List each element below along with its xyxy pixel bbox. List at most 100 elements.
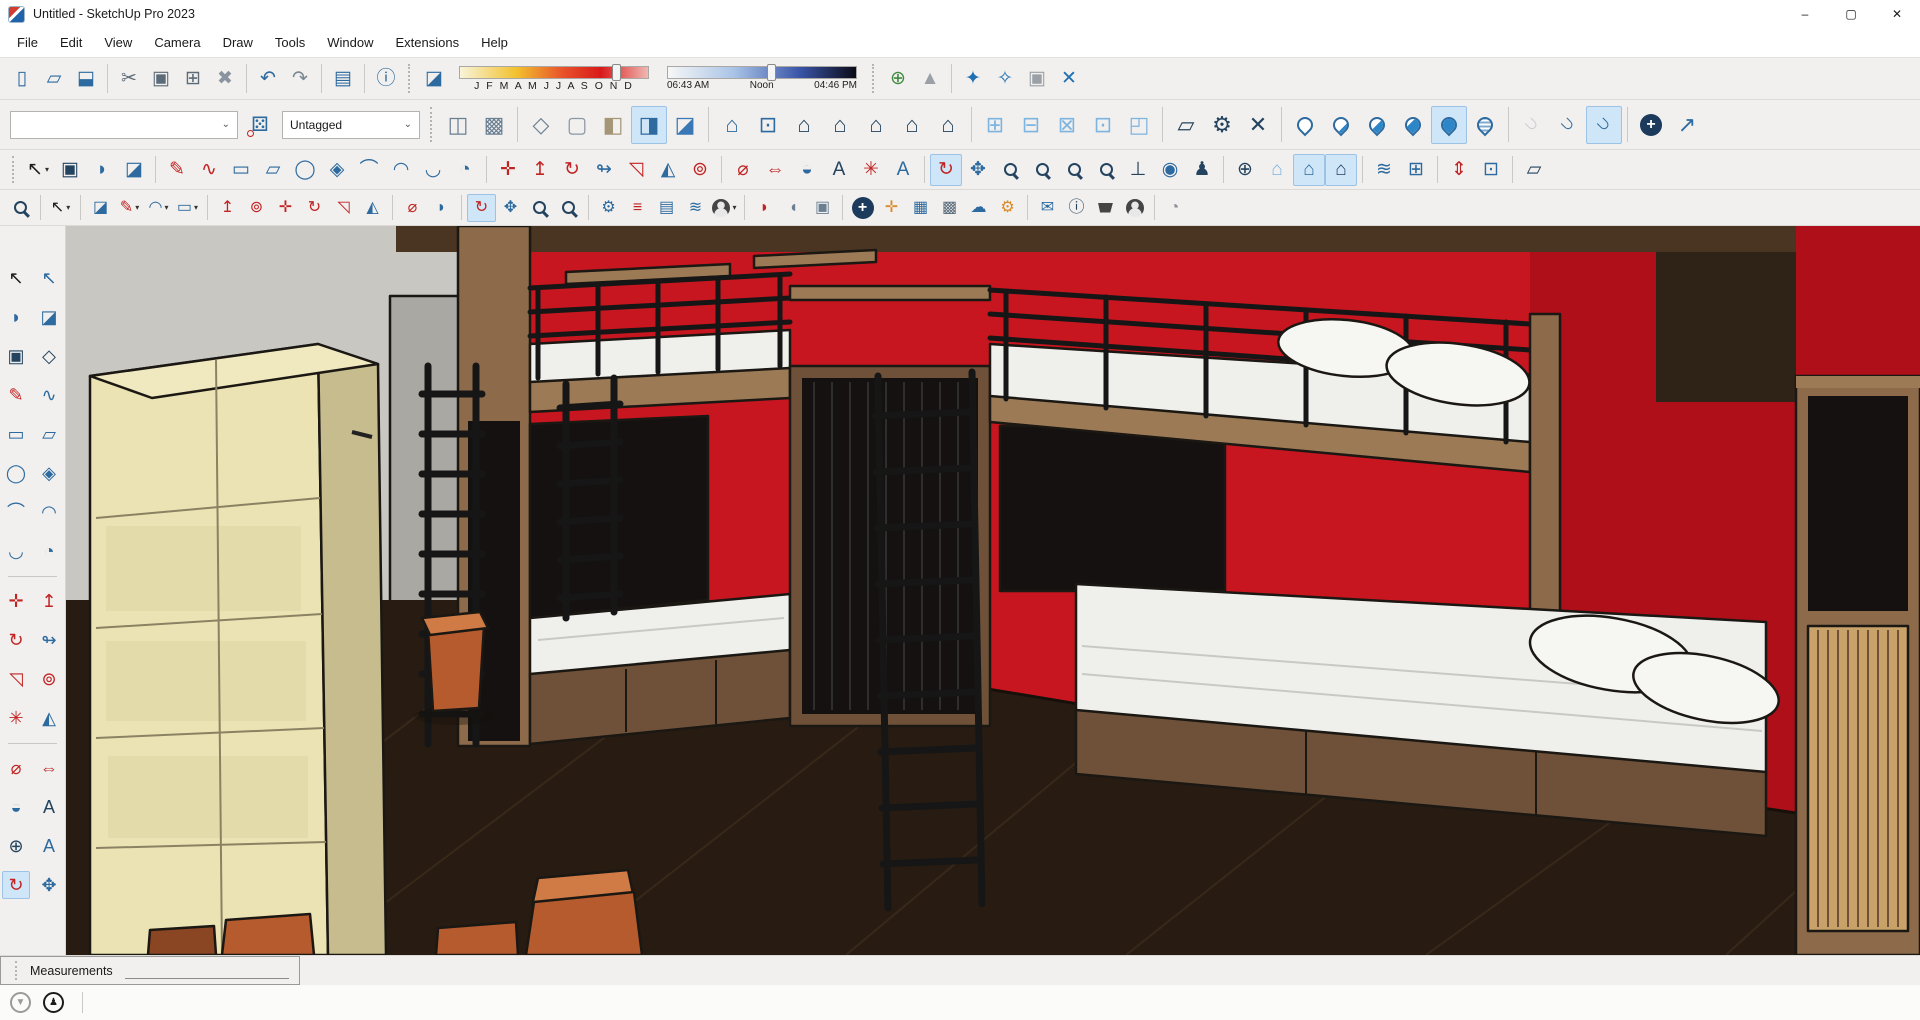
- shadow-dialog-button[interactable]: ◪: [418, 63, 450, 95]
- slider-handle[interactable]: [767, 64, 776, 81]
- menu-item-extensions[interactable]: Extensions: [385, 31, 471, 54]
- select-button[interactable]: ↖▾: [22, 154, 54, 186]
- lasso-select-l-button[interactable]: ↖: [35, 264, 63, 292]
- menu-item-view[interactable]: View: [93, 31, 143, 54]
- pan-2-button[interactable]: ✥: [496, 194, 525, 222]
- circle-l-button[interactable]: ◯: [2, 459, 30, 487]
- rotated-rectangle-l-button[interactable]: ▱: [35, 420, 63, 448]
- offset-2-button[interactable]: ⊚: [242, 194, 271, 222]
- solid-split-button[interactable]: ◰: [1121, 106, 1157, 144]
- component-gear-button[interactable]: ⚙: [594, 194, 623, 222]
- print-button[interactable]: ▤: [327, 63, 359, 95]
- generate-report-button[interactable]: ▦: [906, 194, 935, 222]
- three-d-text-l-button[interactable]: A: [35, 832, 63, 860]
- scale-button[interactable]: ◹: [620, 154, 652, 186]
- zoom-window-button[interactable]: [1026, 154, 1058, 186]
- eraser-2-button[interactable]: ◪: [86, 194, 115, 222]
- redo-button[interactable]: ↷: [284, 63, 316, 95]
- zoom-extents-2-button[interactable]: [554, 194, 583, 222]
- share-model-button[interactable]: ✧: [989, 63, 1021, 95]
- sandbox-from-scratch-button[interactable]: ⊞: [1400, 154, 1432, 186]
- rotate-2-button[interactable]: ↻: [300, 194, 329, 222]
- eraser-button[interactable]: ◪: [118, 154, 150, 186]
- toolbar-drag-handle[interactable]: [872, 64, 876, 93]
- menu-item-camera[interactable]: Camera: [143, 31, 211, 54]
- pie-l-button[interactable]: ◔: [35, 537, 63, 565]
- arc-2-button[interactable]: ◠▾: [144, 194, 173, 222]
- magnet-disabled-button[interactable]: ∩: [1514, 106, 1550, 144]
- tape-measure-2-button[interactable]: ⌀: [398, 194, 427, 222]
- scale-2-button[interactable]: ◹: [329, 194, 358, 222]
- stamp-button[interactable]: ⊡: [1475, 154, 1507, 186]
- paint-l-button[interactable]: ◗: [2, 303, 30, 331]
- menu-item-edit[interactable]: Edit: [49, 31, 93, 54]
- slider-handle[interactable]: [612, 64, 621, 81]
- add-location-button[interactable]: ⊕: [882, 63, 914, 95]
- preferences-gear-button[interactable]: ⚙: [1204, 106, 1240, 144]
- style-water-0-button[interactable]: [1287, 106, 1323, 144]
- paint-bucket-button[interactable]: ◗: [86, 154, 118, 186]
- back-view-button[interactable]: ⌂: [858, 106, 894, 144]
- style-water-25-button[interactable]: [1323, 106, 1359, 144]
- three-point-arc-l-button[interactable]: ◡: [2, 537, 30, 565]
- paint-2-button[interactable]: ◗: [427, 194, 456, 222]
- rotate-button[interactable]: ↻: [556, 154, 588, 186]
- dimensions-l-button[interactable]: ⇔: [35, 754, 63, 782]
- arc-l-button[interactable]: ⌒: [2, 498, 30, 526]
- cart-button[interactable]: [1091, 194, 1120, 222]
- close-x-button[interactable]: ✕: [1240, 106, 1276, 144]
- get-models-button[interactable]: ✦: [957, 63, 989, 95]
- paint-can-red-button[interactable]: ◗: [750, 194, 779, 222]
- extension-settings-button[interactable]: ⚙: [993, 194, 1022, 222]
- freehand-l-button[interactable]: ∿: [35, 381, 63, 409]
- feedback-chat-button[interactable]: ✉: [1033, 194, 1062, 222]
- cloud-sync-button[interactable]: ☁: [964, 194, 993, 222]
- search-combobox[interactable]: ⌄: [10, 111, 238, 139]
- move-2-button[interactable]: ✛: [271, 194, 300, 222]
- zoom-extents-button[interactable]: [1058, 154, 1090, 186]
- maximize-button[interactable]: ▢: [1828, 0, 1874, 28]
- north-arrow-button[interactable]: ⊕: [1229, 154, 1261, 186]
- look-around-button[interactable]: ◉: [1154, 154, 1186, 186]
- solid-trim-button[interactable]: ⊠: [1049, 106, 1085, 144]
- top-view-button[interactable]: ⊡: [750, 106, 786, 144]
- section-cuts-button[interactable]: ⌂: [1293, 154, 1325, 186]
- magnet-grid-button[interactable]: ∩: [1586, 106, 1622, 144]
- dimensions-button[interactable]: ⇔: [759, 154, 791, 186]
- menu-item-draw[interactable]: Draw: [212, 31, 264, 54]
- offset-button[interactable]: ⊚: [684, 154, 716, 186]
- component-l-button[interactable]: ▣: [2, 342, 30, 370]
- make-component-button[interactable]: ▣: [54, 154, 86, 186]
- extension-warehouse-button[interactable]: ✕: [1053, 63, 1085, 95]
- flip-along-button[interactable]: ◭: [652, 154, 684, 186]
- two-point-arc-l-button[interactable]: ◠: [35, 498, 63, 526]
- follow-me-button[interactable]: ↬: [588, 154, 620, 186]
- select-l-button[interactable]: ↖: [2, 264, 30, 292]
- line-l-button[interactable]: ✎: [2, 381, 30, 409]
- pan-button[interactable]: ✥: [962, 154, 994, 186]
- hidden-line-mode-button[interactable]: ▢: [559, 106, 595, 144]
- shaded-textures-mode-button[interactable]: ◨: [631, 106, 667, 144]
- polygon-button[interactable]: ◈: [321, 154, 353, 186]
- zoom-button[interactable]: [994, 154, 1026, 186]
- zoom-tools-button[interactable]: [6, 194, 35, 222]
- tape-measure-l-button[interactable]: ⌀: [2, 754, 30, 782]
- help-info-button[interactable]: ⓘ: [1062, 194, 1091, 222]
- select-2-button[interactable]: ↖▾: [46, 194, 75, 222]
- position-pin-button[interactable]: ✛: [877, 194, 906, 222]
- iso-view-button[interactable]: ⌂: [714, 106, 750, 144]
- solid-intersect-button[interactable]: ⊡: [1085, 106, 1121, 144]
- left-view-button[interactable]: ⌂: [894, 106, 930, 144]
- right-view-button[interactable]: ⌂: [822, 106, 858, 144]
- pie-fan-button[interactable]: ◔: [1160, 194, 1189, 222]
- solid-union-button[interactable]: ⊞: [977, 106, 1013, 144]
- text-l-button[interactable]: A: [35, 793, 63, 821]
- save-button[interactable]: ⬓: [70, 63, 102, 95]
- menu-item-file[interactable]: File: [6, 31, 49, 54]
- scale-l-button[interactable]: ◹: [2, 665, 30, 693]
- monochrome-mode-button[interactable]: ◪: [667, 106, 703, 144]
- copy-button[interactable]: ▣: [145, 63, 177, 95]
- shaded-mode-button[interactable]: ◧: [595, 106, 631, 144]
- north-l-button[interactable]: ⊕: [2, 832, 30, 860]
- three-point-arc-button[interactable]: ◡: [417, 154, 449, 186]
